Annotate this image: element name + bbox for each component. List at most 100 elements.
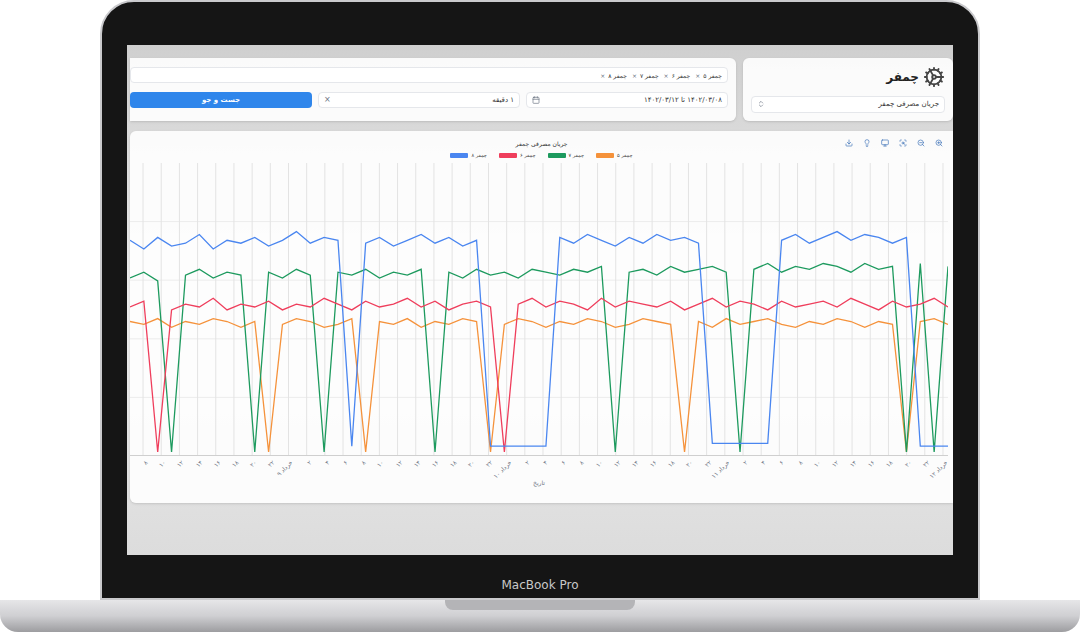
chip-remove[interactable]: × <box>632 71 637 80</box>
chip-label: چمفر ۸ <box>608 71 627 80</box>
grid-line <box>706 163 707 456</box>
laptop-lid: چمفرجریان مصرفی چمفرچمفر ۵×چمفر ۶×چمفر ۷… <box>100 0 980 600</box>
x-tick-label: ۲۲ <box>484 458 495 469</box>
interval-clear[interactable]: × <box>324 94 331 106</box>
series-line <box>130 264 948 453</box>
x-tick-label: ۲۲ <box>920 458 931 469</box>
x-tick-label: ۱۰ <box>811 458 822 469</box>
grid-line <box>143 163 144 456</box>
grid-line <box>779 163 780 456</box>
x-tick-label: ۲۲ <box>266 458 277 469</box>
grid-line <box>833 163 834 456</box>
grid-line <box>888 163 889 456</box>
x-tick-label: ۱۶ <box>429 458 440 469</box>
bezel-chin: MacBook Pro <box>102 555 978 598</box>
x-tick-label: ۲۰ <box>248 458 259 469</box>
grid-line <box>852 163 853 456</box>
x-tick-label: ۱۰ خرداد <box>491 458 513 480</box>
pan-icon[interactable] <box>881 139 889 147</box>
base-notch <box>445 600 635 610</box>
grid-line <box>924 163 925 456</box>
chip-remove[interactable]: × <box>695 71 700 80</box>
grid-line <box>197 163 198 456</box>
grid-line <box>130 397 948 398</box>
x-tick-label: ۱۲ <box>393 458 404 469</box>
x-tick-label: ۱۲ <box>175 458 186 469</box>
logo: چمفر <box>751 66 945 88</box>
grid-line <box>543 163 544 456</box>
grid-line <box>942 163 943 456</box>
download-icon[interactable] <box>845 139 853 147</box>
device-chip[interactable]: چمفر ۷× <box>632 71 659 80</box>
chip-label: چمفر ۵ <box>703 71 722 80</box>
legend-label: چمفر ۵ <box>617 152 633 160</box>
x-tick-label: ۴ <box>323 458 332 467</box>
x-tick-label: ۱۶ <box>648 458 659 469</box>
legend-item[interactable]: چمفر ۶ <box>499 152 536 160</box>
x-tick-label: ۱۶ <box>866 458 877 469</box>
chip-label: چمفر ۷ <box>640 71 659 80</box>
x-tick-label: ۱۲ <box>611 458 622 469</box>
laptop-base <box>0 600 1080 632</box>
x-tick-label: ۶ <box>777 458 786 467</box>
x-tick-label: ۴ <box>541 458 550 467</box>
grid-line <box>215 163 216 456</box>
x-tick-label: ۱۸ <box>448 458 459 469</box>
chevrons-icon <box>757 100 765 108</box>
zoom-select-icon[interactable] <box>899 139 907 147</box>
x-tick-label: ۶ <box>559 458 568 467</box>
date-range-value: ۱۴۰۲/۰۳/۰۸ تا ۱۴۰۲/۰۳/۱۲ <box>644 95 722 106</box>
series-line <box>130 298 948 452</box>
chip-remove[interactable]: × <box>600 71 605 80</box>
grid-line <box>597 163 598 456</box>
grid-line <box>652 163 653 456</box>
metric-select[interactable]: جریان مصرفی چمفر <box>751 96 945 113</box>
grid-line <box>130 221 948 222</box>
x-tick-label: ۱۰ <box>375 458 386 469</box>
grid-line <box>470 163 471 456</box>
line-chart <box>130 163 948 456</box>
grid-line <box>433 163 434 456</box>
x-tick-label: ۱۰ <box>157 458 168 469</box>
x-tick-label: ۱۴ <box>193 458 204 469</box>
x-tick-label: ۱۴ <box>629 458 640 469</box>
screen: چمفرجریان مصرفی چمفرچمفر ۵×چمفر ۶×چمفر ۷… <box>127 45 953 555</box>
x-tick-label: ۱۰ <box>593 458 604 469</box>
x-tick-label: ۸ <box>577 458 586 467</box>
grid-line <box>379 163 380 456</box>
x-tick-label: ۱۴ <box>411 458 422 469</box>
x-tick-label: ۱۲ <box>829 458 840 469</box>
grid-line <box>130 338 948 339</box>
grid-line <box>324 163 325 456</box>
device-chip[interactable]: چمفر ۸× <box>600 71 627 80</box>
zoom-in-icon[interactable] <box>935 139 943 147</box>
x-tick-label: ۱۸ <box>884 458 895 469</box>
date-range-field[interactable]: ۱۴۰۲/۰۳/۰۸ تا ۱۴۰۲/۰۳/۱۲ <box>526 92 728 108</box>
reset-icon[interactable] <box>863 139 871 147</box>
legend-item[interactable]: چمفر ۷ <box>548 152 585 160</box>
chip-remove[interactable]: × <box>664 71 669 80</box>
zoom-out-icon[interactable] <box>917 139 925 147</box>
legend-item[interactable]: چمفر ۵ <box>596 152 633 160</box>
legend-item[interactable]: چمفر ۸ <box>450 152 487 160</box>
device-chip[interactable]: چمفر ۵× <box>695 71 722 80</box>
x-tick-label: ۱۸ <box>229 458 240 469</box>
legend-swatch <box>548 153 566 158</box>
grid-line <box>761 163 762 456</box>
x-tick-label: ۲۰ <box>684 458 695 469</box>
metric-select-value: جریان مصرفی چمفر <box>878 99 939 110</box>
device-multiselect[interactable]: چمفر ۵×چمفر ۶×چمفر ۷×چمفر ۸× <box>130 67 728 83</box>
device-label: MacBook Pro <box>501 576 578 594</box>
grid-line <box>130 280 948 281</box>
filter-panel: چمفر ۵×چمفر ۶×چمفر ۷×چمفر ۸×۱۴۰۲/۰۳/۰۸ ت… <box>130 58 736 121</box>
grid-line <box>397 163 398 456</box>
legend-label: چمفر ۸ <box>471 152 487 160</box>
legend-swatch <box>596 153 614 158</box>
interval-field[interactable]: ۱ دقیقه × <box>318 92 520 108</box>
legend-label: چمفر ۷ <box>569 152 585 160</box>
device-chip[interactable]: چمفر ۶× <box>664 71 691 80</box>
chart-legend: چمفر ۵ چمفر ۷ چمفر ۶ چمفر ۸ <box>130 152 953 160</box>
grid-line <box>615 163 616 456</box>
search-button[interactable]: جست و جو <box>130 92 312 108</box>
interval-value: ۱ دقیقه <box>492 95 514 106</box>
